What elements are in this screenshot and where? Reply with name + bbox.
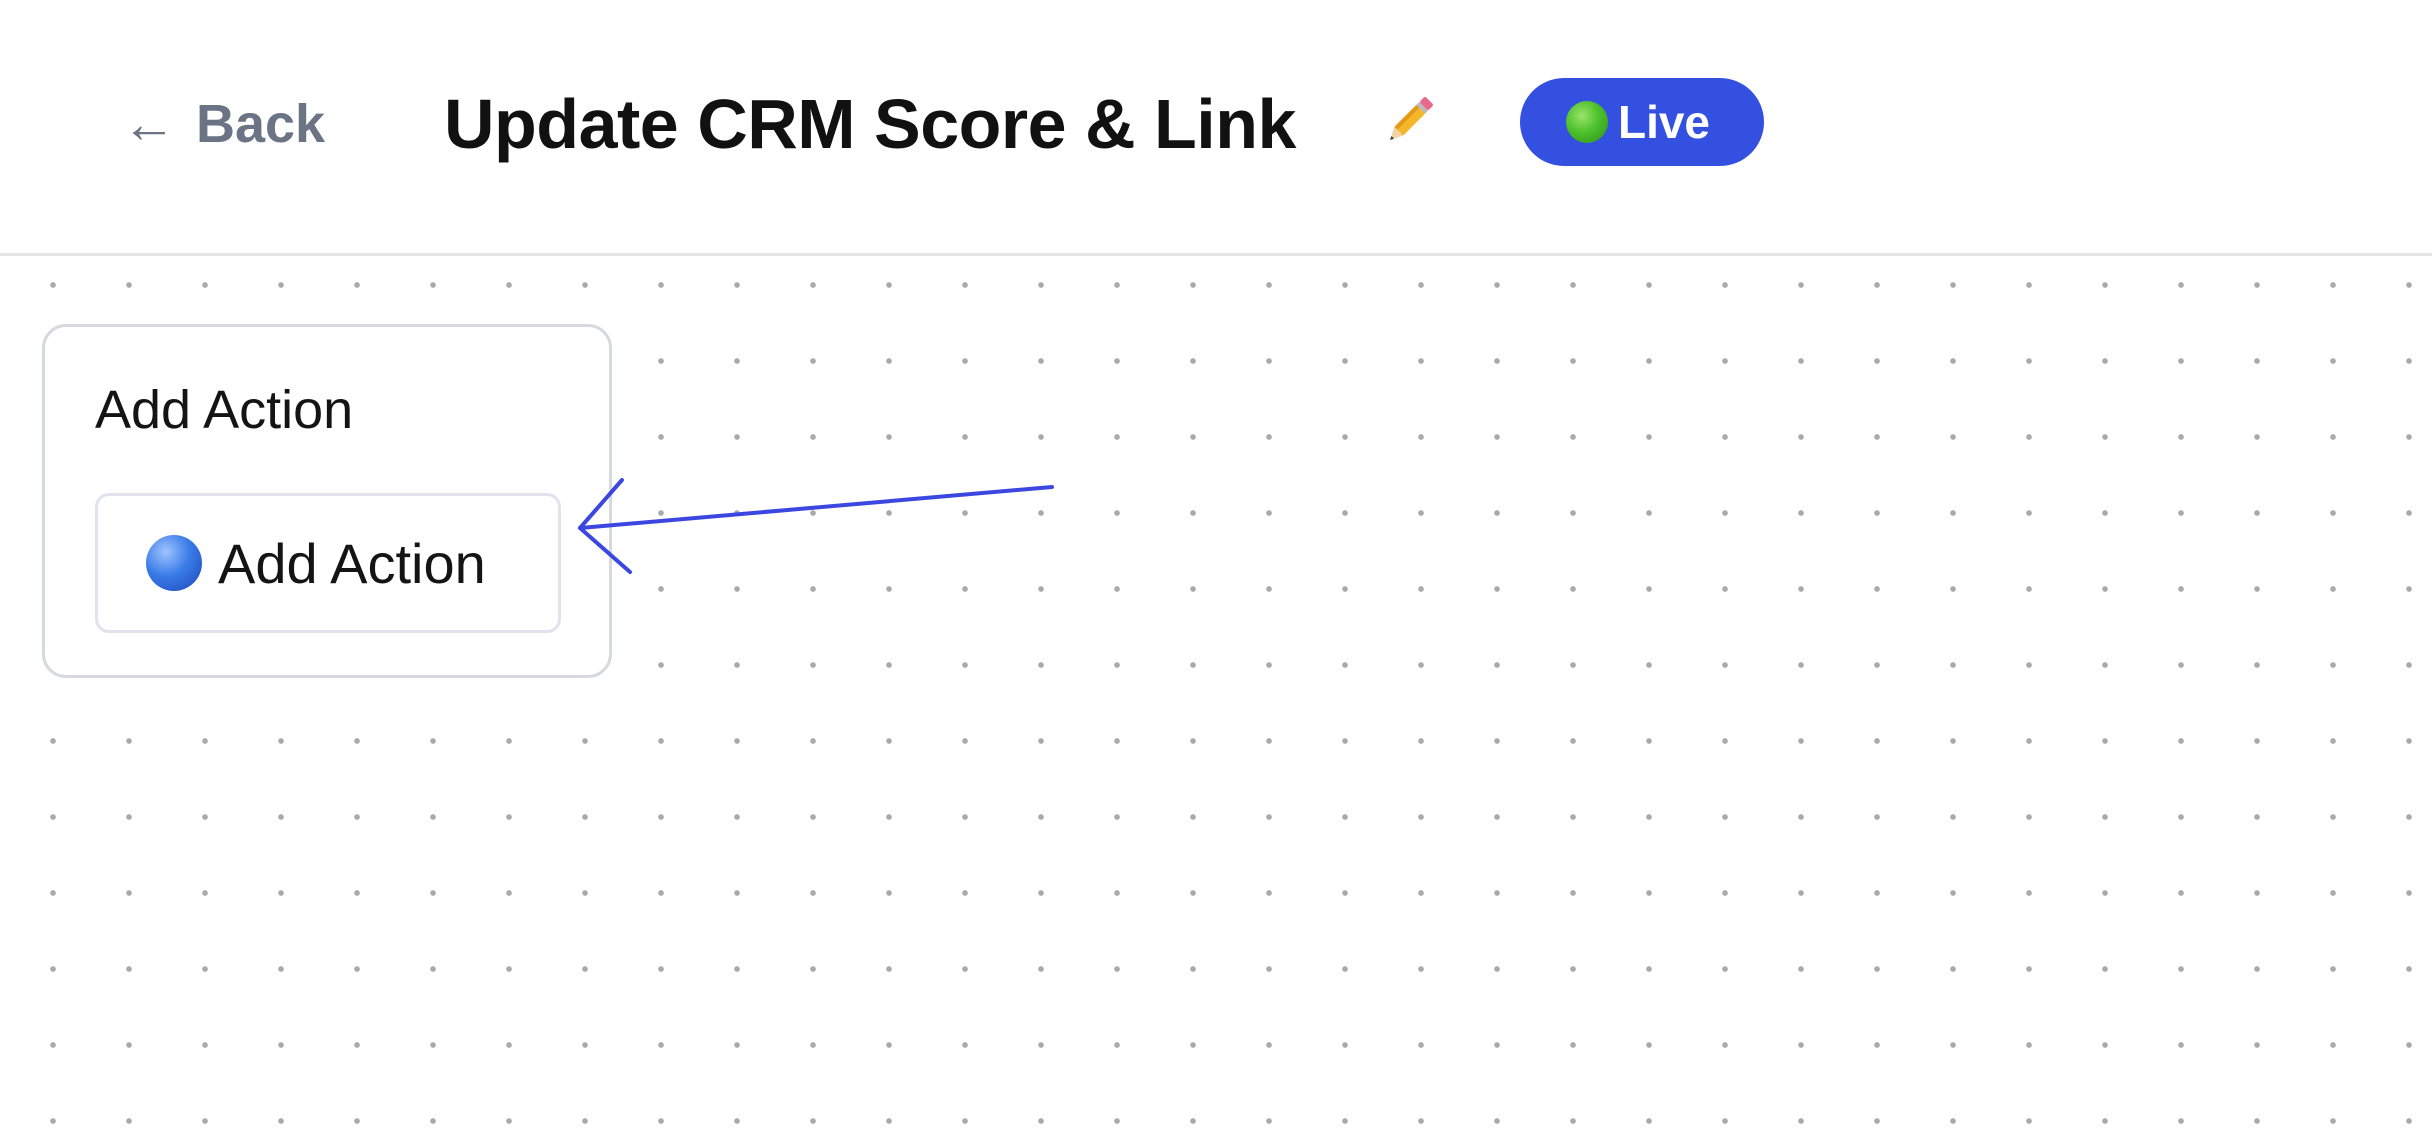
pencil-icon[interactable] (1376, 88, 1442, 154)
blue-circle-icon (146, 535, 202, 591)
page-title: Update CRM Score & Link (444, 85, 1296, 163)
workflow-canvas[interactable]: Add Action Add Action (0, 256, 2432, 1136)
node-title: Add Action (95, 380, 354, 440)
add-action-node[interactable]: Add Action Add Action (42, 324, 612, 678)
add-action-button[interactable]: Add Action (95, 493, 561, 633)
back-arrow-icon: ← (122, 94, 176, 154)
workflow-editor: ← Back Update CRM Score & Link Live Add … (0, 0, 2432, 1136)
header-bar: ← Back Update CRM Score & Link Live (0, 0, 2432, 256)
green-circle-icon (1565, 101, 1608, 143)
add-action-label: Add Action (218, 531, 486, 595)
back-label: Back (196, 94, 326, 154)
status-label: Live (1617, 96, 1711, 148)
status-badge: Live (1520, 78, 1764, 166)
back-link[interactable]: ← Back (122, 88, 325, 160)
